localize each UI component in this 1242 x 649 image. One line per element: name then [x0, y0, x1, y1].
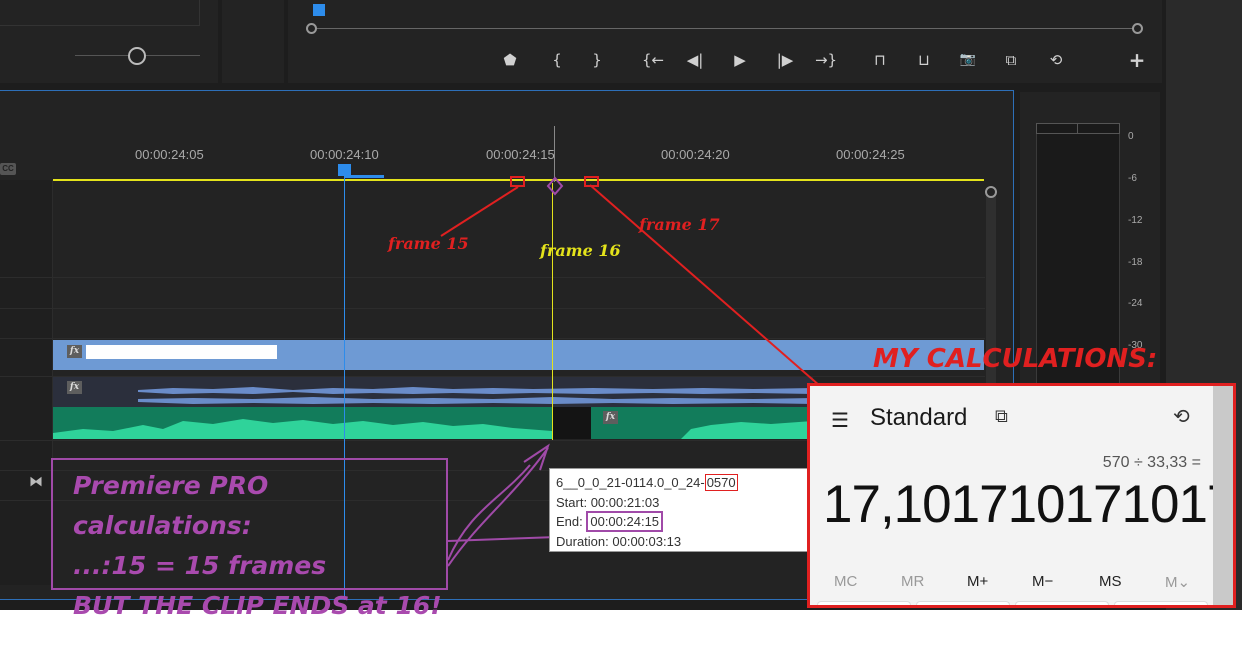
program-playhead[interactable] [313, 4, 325, 16]
calculator-body: ☰ Standard ⧉ ⟲ 570 ÷ 33,33 = 17,10171017… [815, 386, 1233, 605]
m-minus-button[interactable]: M− [1032, 573, 1053, 590]
compare-icon[interactable]: ⧉ [1000, 49, 1022, 71]
audio-waveform-3 [681, 421, 813, 439]
vertical-scroll-handle[interactable] [985, 186, 997, 198]
play-icon[interactable]: ▶ [729, 49, 751, 71]
calc-key[interactable] [916, 601, 1010, 605]
audio-clip-1[interactable]: fx [53, 377, 813, 407]
audio-clip-2[interactable] [53, 407, 552, 439]
timecode-tick: 00:00:24:05 [135, 147, 204, 162]
program-scrub-bar[interactable] [312, 28, 1138, 29]
program-monitor [288, 0, 1162, 83]
db-label: 0 [1128, 131, 1134, 142]
premiere-note-line1: Premiere PRO calculations: [73, 471, 269, 540]
clip-name-label [86, 345, 277, 359]
history-icon[interactable]: ⟲ [1173, 404, 1190, 429]
premiere-note-box: Premiere PRO calculations: ...:15 = 15 f… [51, 458, 448, 620]
timecode-tick: 00:00:24:15 [486, 147, 555, 162]
timecode-tick: 00:00:24:25 [836, 147, 905, 162]
audio-waveform-2 [53, 419, 552, 439]
cc-badge: CC [0, 163, 16, 175]
mc-button[interactable]: MC [834, 573, 857, 590]
scrub-end-handle[interactable] [1132, 23, 1143, 34]
marker-icon[interactable]: ⬟ [499, 49, 521, 71]
zoom-slider-knob[interactable] [128, 47, 146, 65]
source-panel-box [0, 0, 200, 26]
frame15-label: frame 15 [388, 234, 469, 253]
step-forward-icon[interactable]: |▶ [774, 49, 796, 71]
clip-tooltip: 6__0_0_21-0114.0_0_24- 0570 Start: 00:00:… [549, 468, 815, 552]
duration-label: Duration: [556, 533, 613, 549]
tooltip-end: End: 00:00:24:15 [556, 511, 808, 532]
marker-line [554, 126, 555, 182]
premiere-note-line3: BUT THE CLIP ENDS at 16! [73, 591, 442, 620]
m-plus-button[interactable]: M+ [967, 573, 988, 590]
source-panel [0, 0, 218, 83]
audio-clip-3[interactable]: fx [591, 407, 813, 439]
track-divider [0, 277, 985, 278]
mark-in-icon[interactable]: { [546, 49, 568, 71]
filename-frame-number: 0570 [704, 474, 738, 491]
ms-button[interactable]: MS [1099, 573, 1122, 590]
loop-icon[interactable]: ⟲ [1045, 49, 1067, 71]
calc-key[interactable] [1015, 601, 1109, 605]
filename-prefix: 6__0_0_21-0114.0_0_24- [556, 475, 705, 490]
track-divider [0, 338, 985, 339]
frame15-marker [510, 176, 525, 187]
frame17-label: frame 17 [639, 215, 720, 234]
scrub-start-handle[interactable] [306, 23, 317, 34]
hamburger-menu-icon[interactable]: ☰ [831, 408, 849, 433]
db-label: -18 [1128, 257, 1143, 268]
db-label: -12 [1128, 215, 1143, 226]
clip-end-line [552, 183, 553, 440]
tooltip-filename: 6__0_0_21-0114.0_0_24- 0570 [556, 473, 808, 493]
calc-key[interactable] [817, 601, 911, 605]
extract-icon[interactable]: ⊔ [913, 49, 935, 71]
tooltip-start: Start: 00:00:21:03 [556, 493, 808, 513]
audio-gap [552, 407, 591, 439]
timeline-playhead[interactable] [338, 164, 351, 176]
timecode-tick: 00:00:24:20 [661, 147, 730, 162]
db-label: -24 [1128, 298, 1143, 309]
my-calculations-heading: MY CALCULATIONS: [873, 344, 1158, 374]
tooltip-duration: Duration: 00:00:03:13 [556, 532, 808, 552]
frame16-label: frame 16 [540, 241, 621, 260]
add-icon[interactable]: + [1126, 49, 1148, 71]
go-to-out-icon[interactable]: →} [813, 49, 839, 71]
meter-peak-box [1036, 123, 1120, 134]
calculator-mode-title: Standard [870, 404, 968, 431]
keep-on-top-icon[interactable]: ⧉ [995, 406, 1008, 427]
calculator-side-strip [1213, 386, 1233, 605]
video-clip[interactable]: fx [53, 340, 984, 370]
frame17-marker [584, 176, 599, 187]
go-to-in-icon[interactable]: {← [640, 49, 666, 71]
track-divider [0, 308, 985, 309]
calculator-expression: 570 ÷ 33,33 = [1102, 454, 1201, 471]
timecode-tick: 00:00:24:10 [310, 147, 379, 162]
db-label: -6 [1128, 173, 1137, 184]
duration-value: 00:00:03:13 [612, 533, 682, 549]
calc-key[interactable] [1114, 601, 1208, 605]
middle-panel [222, 0, 284, 83]
start-label: Start: [556, 494, 591, 510]
track-headers [0, 180, 53, 585]
premiere-note-line2: ...:15 = 15 frames [73, 551, 327, 580]
audio-waveform-1 [138, 387, 813, 404]
start-value: 00:00:21:03 [590, 494, 660, 510]
calculator-result: 17,1017101710171 [823, 475, 1236, 534]
calculator-window: ☰ Standard ⧉ ⟲ 570 ÷ 33,33 = 17,10171017… [807, 383, 1236, 608]
camera-icon[interactable]: 📷 [957, 49, 979, 71]
end-label: End: [556, 514, 587, 529]
mark-out-icon[interactable]: } [586, 49, 608, 71]
fx-badge: fx [67, 345, 82, 358]
mr-button[interactable]: MR [901, 573, 924, 590]
lift-icon[interactable]: ⊓ [869, 49, 891, 71]
end-value: 00:00:24:15 [586, 511, 664, 532]
step-back-icon[interactable]: ◀| [684, 49, 706, 71]
meter-divider [1077, 124, 1078, 134]
snap-icon[interactable]: ⧓ [29, 473, 43, 490]
memory-list-button[interactable]: M⌄ [1165, 573, 1190, 591]
